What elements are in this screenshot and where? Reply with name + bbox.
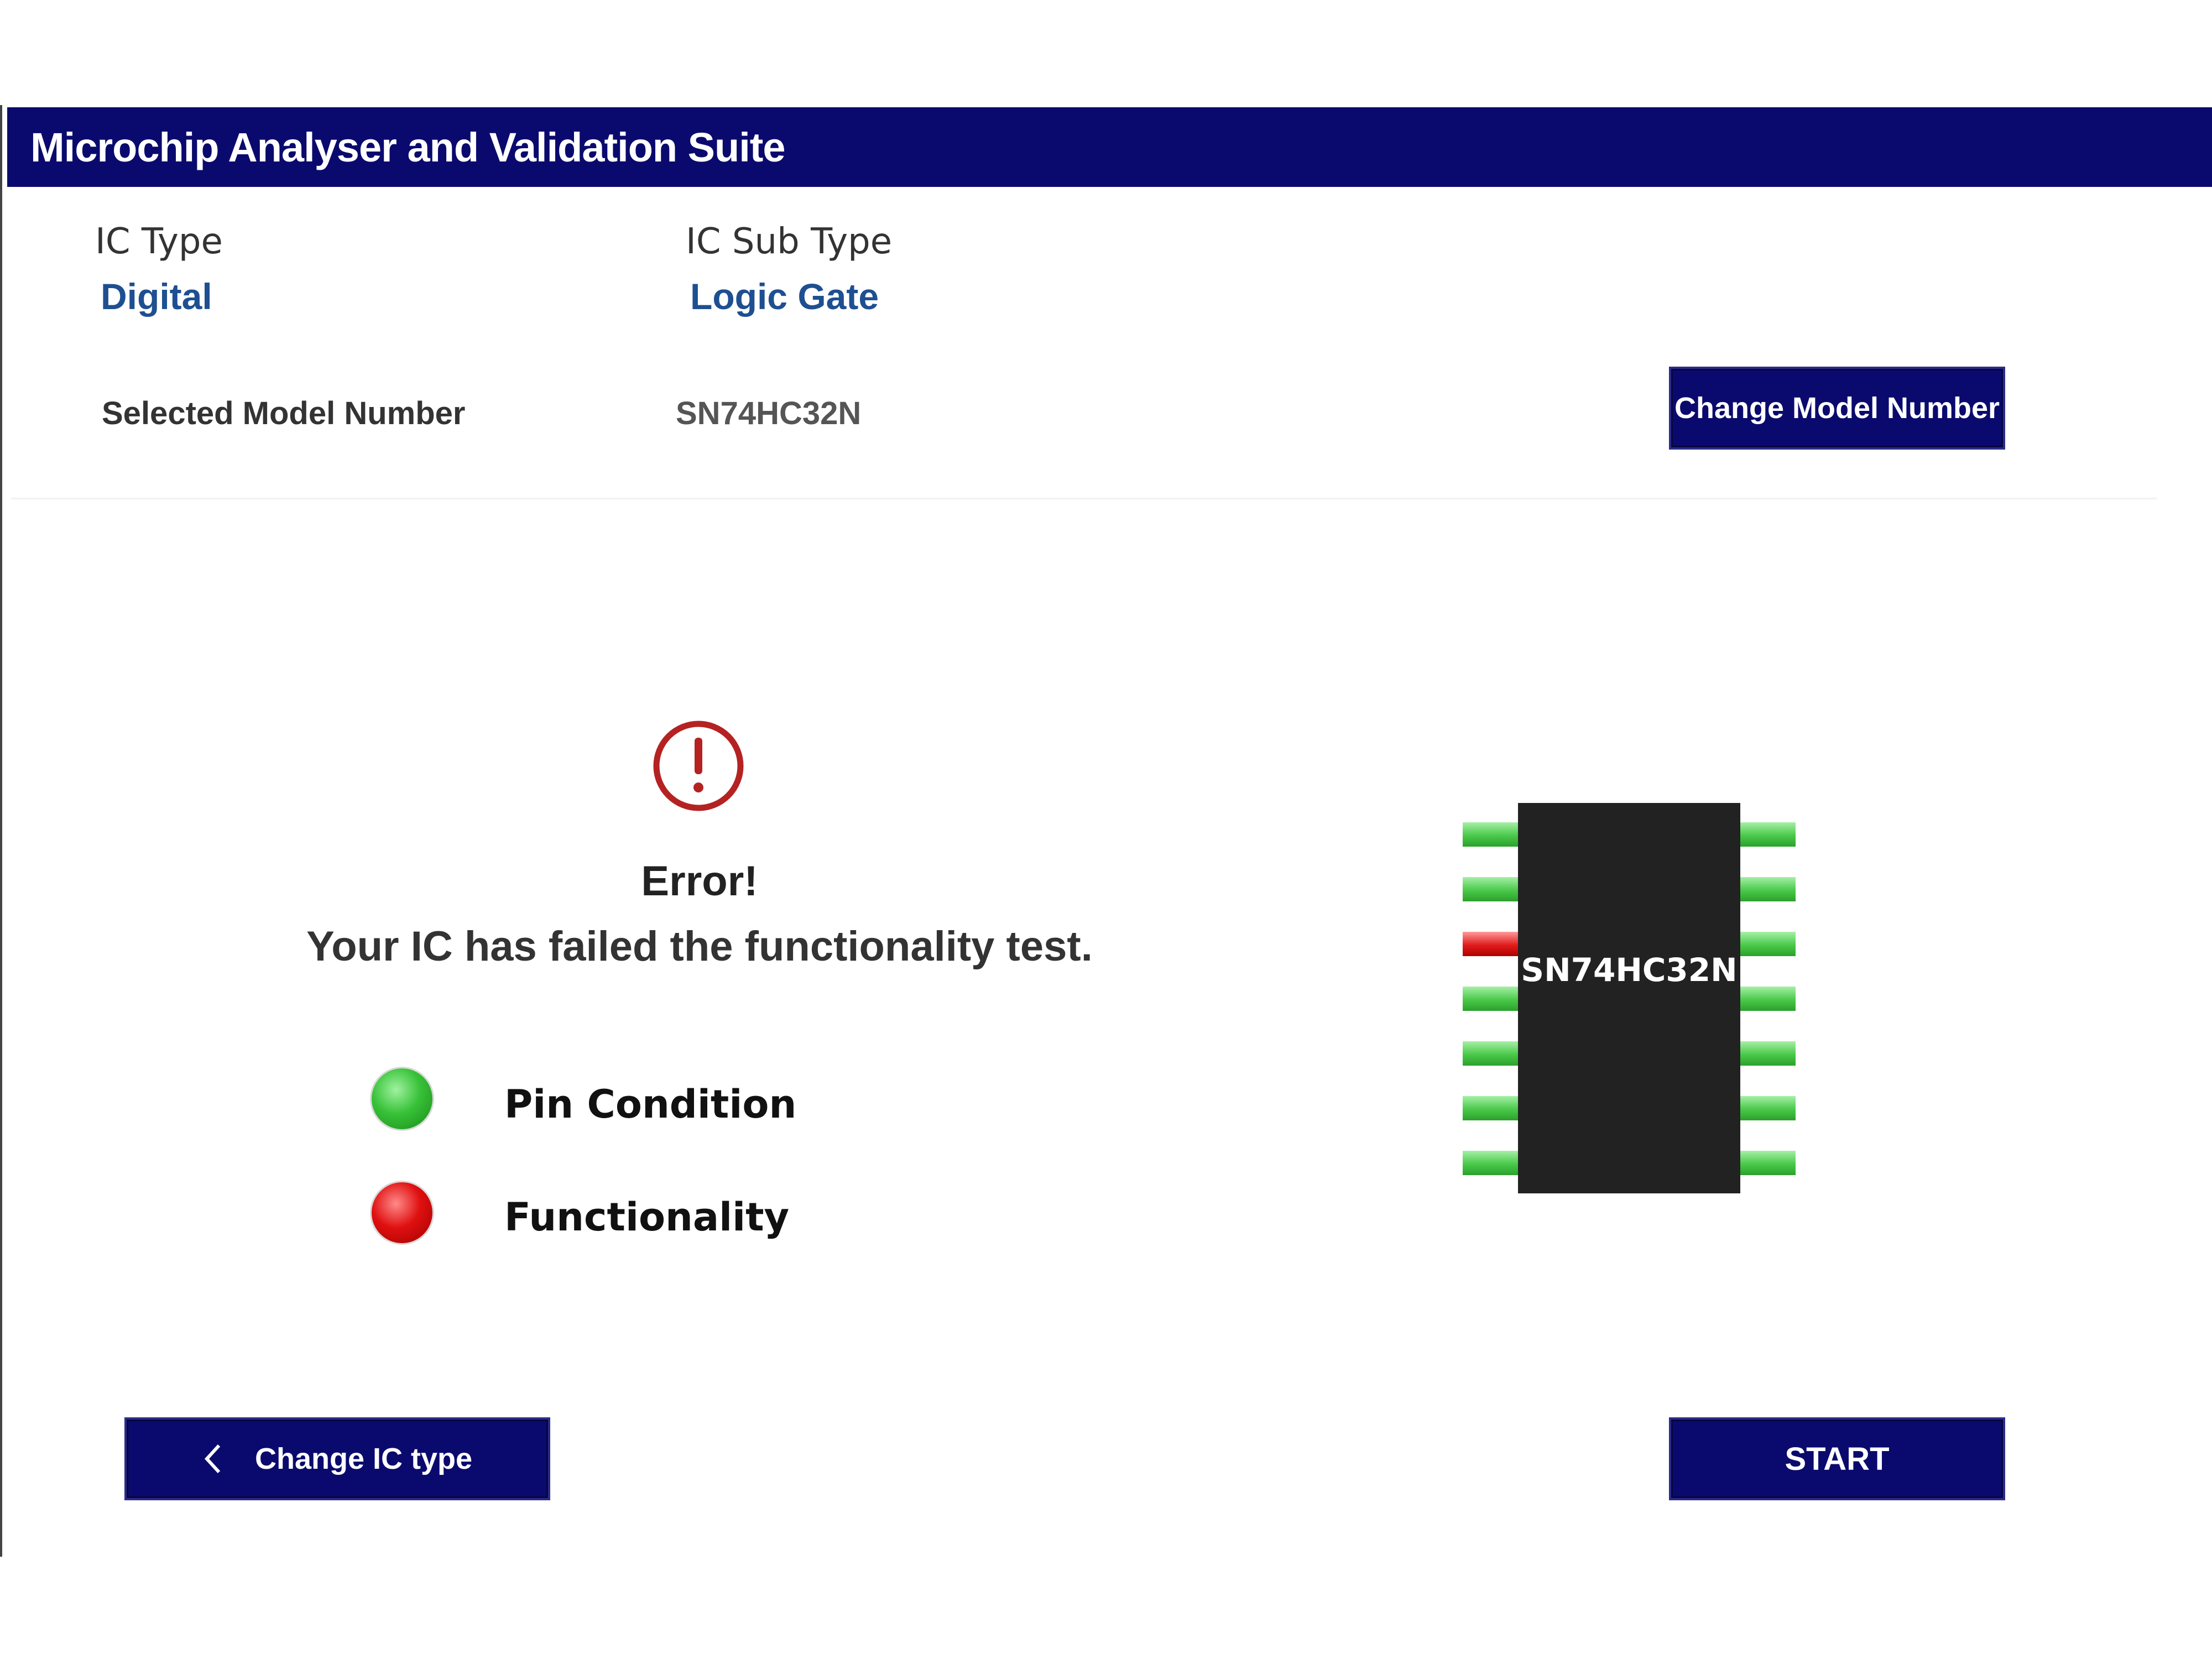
exclamation-circle-icon <box>653 721 744 811</box>
ic-type-label: IC Type <box>95 221 223 262</box>
chip-model-label: SN74HC32N <box>1521 951 1738 989</box>
title-bar: Microchip Analyser and Validation Suite <box>7 107 2212 187</box>
selected-model-value: SN74HC32N <box>676 395 862 431</box>
change-model-number-label: Change Model Number <box>1674 392 2000 425</box>
chip-pin <box>1740 1096 1796 1120</box>
change-ic-type-label: Change IC type <box>254 1442 473 1475</box>
error-title: Error! <box>641 858 758 905</box>
ic-sub-type-value: Logic Gate <box>690 276 879 317</box>
error-message: Your IC has failed the functionality tes… <box>306 923 1093 970</box>
ic-sub-type-label: IC Sub Type <box>686 221 893 262</box>
chip-pin <box>1740 1151 1796 1175</box>
selected-model-label: Selected Model Number <box>102 395 466 431</box>
chip-pin <box>1463 1041 1518 1066</box>
functionality-label: Functionality <box>504 1194 790 1240</box>
chip-pin <box>1463 1151 1518 1175</box>
change-ic-type-button[interactable]: Change IC type <box>124 1417 550 1500</box>
chevron-left-icon <box>204 1444 221 1474</box>
start-label: START <box>1785 1441 1890 1477</box>
change-model-number-button[interactable]: Change Model Number <box>1669 367 2005 450</box>
chip-body <box>1518 803 1740 1193</box>
chip-pin <box>1740 1041 1796 1066</box>
ic-type-value: Digital <box>101 276 212 317</box>
app-title: Microchip Analyser and Validation Suite <box>30 124 786 170</box>
chip-pin <box>1463 932 1518 956</box>
chip-pin <box>1463 877 1518 901</box>
start-button[interactable]: START <box>1669 1417 2005 1500</box>
window-left-border <box>0 105 2 1557</box>
chip-pin <box>1740 987 1796 1011</box>
divider <box>11 498 2157 499</box>
chip-pin <box>1740 877 1796 901</box>
pin-condition-status-indicator <box>372 1068 432 1129</box>
functionality-status-indicator <box>372 1182 432 1243</box>
chip-pin <box>1740 932 1796 956</box>
pin-condition-label: Pin Condition <box>504 1082 797 1127</box>
chip-pin <box>1463 1096 1518 1120</box>
chip-pin <box>1463 822 1518 847</box>
chip-pin <box>1463 987 1518 1011</box>
chip-pin <box>1740 822 1796 847</box>
